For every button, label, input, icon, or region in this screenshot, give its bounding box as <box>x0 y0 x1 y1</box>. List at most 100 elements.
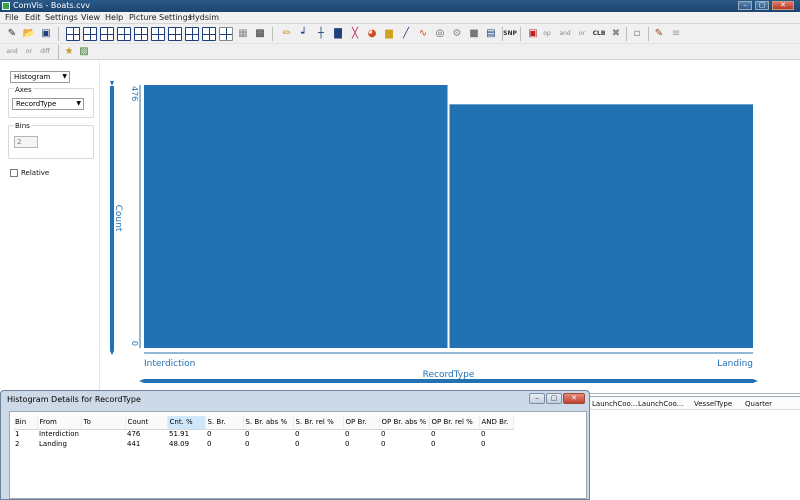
gray-box-icon[interactable]: ■ <box>467 27 481 41</box>
x-axis-arrow <box>139 379 144 383</box>
bins-input[interactable]: 2 <box>14 136 38 148</box>
brush-icon[interactable]: ✏ <box>280 27 294 41</box>
layout-tile-icon[interactable]: ▦ <box>236 27 250 41</box>
settings-icon[interactable]: ⚙ <box>450 27 464 41</box>
x-axis-line[interactable] <box>144 379 753 383</box>
y-axis-arrow <box>110 81 114 86</box>
parallel-coords-icon[interactable]: ╳ <box>348 27 362 41</box>
layout-4-icon[interactable] <box>117 27 131 41</box>
table-cell: 48.09 <box>169 439 190 448</box>
histogram-details-dialog: Histogram Details for RecordType – ▢ ✕ B… <box>0 390 590 500</box>
histogram-icon[interactable]: ▇ <box>331 27 345 41</box>
details-column-header[interactable]: OP Br. rel % <box>429 416 480 430</box>
relative-checkbox[interactable] <box>10 169 18 177</box>
table-cell: 51.91 <box>169 429 190 438</box>
layout-8-icon[interactable] <box>185 27 199 41</box>
menu-edit[interactable]: Edit <box>25 13 41 23</box>
details-column-header[interactable]: Cnt. % <box>167 416 206 430</box>
y-axis-label: Count <box>113 205 123 232</box>
paint-icon[interactable]: ✎ <box>652 27 666 41</box>
table-cell: 0 <box>245 429 250 438</box>
maximize-button[interactable]: ▢ <box>755 1 769 10</box>
axes-3d-icon[interactable]: ┼ <box>314 27 328 41</box>
op-button[interactable]: op <box>540 27 554 41</box>
details-column-header[interactable]: To <box>81 416 126 430</box>
details-column-header[interactable]: S. Br. abs % <box>243 416 294 430</box>
diff-combine-button[interactable]: diff <box>37 45 53 59</box>
layout-2-icon[interactable] <box>83 27 97 41</box>
arrange-icon[interactable]: ▫ <box>630 27 644 41</box>
histogram-chart[interactable]: 476 0 Count Interdiction Landing RecordType <box>100 61 800 393</box>
histogram-bar-landing[interactable] <box>449 104 754 349</box>
view-type-dropdown[interactable]: Histogram ▼ <box>10 71 70 83</box>
toolbar-separator <box>58 45 59 59</box>
brush-select-icon[interactable]: ▣ <box>526 27 540 41</box>
or-combine-button[interactable]: or <box>22 45 36 59</box>
details-column-header[interactable]: Count <box>125 416 168 430</box>
curve-chart-icon[interactable]: ∿ <box>416 27 430 41</box>
details-column-header[interactable]: OP Br. <box>343 416 380 430</box>
column-header[interactable]: Quarter <box>745 399 772 409</box>
dialog-title: Histogram Details for RecordType <box>7 395 141 404</box>
dialog-maximize-button[interactable]: ▢ <box>546 393 562 404</box>
toolbar-separator <box>648 27 649 41</box>
save-icon[interactable]: ▣ <box>39 27 53 41</box>
details-column-header[interactable]: OP Br. abs % <box>379 416 430 430</box>
close-button[interactable]: ✕ <box>772 1 794 10</box>
open-folder-icon[interactable]: 📂 <box>22 27 36 41</box>
layout-9-icon[interactable] <box>202 27 216 41</box>
table-row[interactable]: 1 Interdiction 476 51.91 0 0 0 0 0 0 0 <box>13 429 513 439</box>
details-column-header[interactable]: S. Br. rel % <box>293 416 344 430</box>
menu-hydsim[interactable]: Hydsim <box>189 13 219 23</box>
menu-help[interactable]: Help <box>105 13 123 23</box>
spiral-icon[interactable]: ◎ <box>433 27 447 41</box>
relative-label: Relative <box>20 169 51 178</box>
layout-6-icon[interactable] <box>151 27 165 41</box>
column-header[interactable]: LaunchCoo... <box>592 399 637 409</box>
layout-7-icon[interactable] <box>168 27 182 41</box>
menu-picture-settings[interactable]: Picture Settings <box>129 13 192 23</box>
table-row[interactable]: 2 Landing 441 48.09 0 0 0 0 0 0 0 <box>13 439 513 449</box>
menu-file[interactable]: File <box>5 13 18 23</box>
y-axis-arrow <box>110 351 114 355</box>
dialog-minimize-button[interactable]: – <box>529 393 545 404</box>
details-column-header[interactable]: Bin <box>13 416 38 430</box>
layout-1-icon[interactable] <box>66 27 80 41</box>
bar-chart-icon[interactable]: ▆ <box>382 27 396 41</box>
menu-view[interactable]: View <box>81 13 100 23</box>
export-icon[interactable]: ★ <box>62 45 76 59</box>
and-button[interactable]: and <box>557 27 573 41</box>
axes-dropdown[interactable]: RecordType ▼ <box>12 98 84 110</box>
x-tick-label: Landing <box>717 359 753 369</box>
pie-chart-icon[interactable]: ◕ <box>365 27 379 41</box>
column-header[interactable]: VesselType <box>694 399 732 409</box>
table-cell: 0 <box>345 429 350 438</box>
y-tick-label: 0 <box>130 341 139 346</box>
table-cell: 0 <box>295 439 300 448</box>
details-column-header[interactable]: From <box>37 416 82 430</box>
histogram-bar-interdiction[interactable] <box>144 85 448 348</box>
grip-icon[interactable]: ≡ <box>669 27 683 41</box>
table-cell: 2 <box>15 439 20 448</box>
layout-10-icon[interactable] <box>219 27 233 41</box>
column-header[interactable]: LaunchCoo... <box>638 399 683 409</box>
new-file-icon[interactable]: ✎ <box>5 27 19 41</box>
and-combine-button[interactable]: and <box>4 45 20 59</box>
layout-5-icon[interactable] <box>134 27 148 41</box>
copy-icon[interactable]: ▨ <box>77 45 91 59</box>
details-column-header[interactable]: AND Br. <box>479 416 514 430</box>
minimize-button[interactable]: – <box>738 1 752 10</box>
line-chart-icon[interactable]: ╱ <box>399 27 413 41</box>
toolbar-separator <box>520 27 521 41</box>
scatterplot-icon[interactable]: ┙ <box>297 27 311 41</box>
remove-brush-icon[interactable]: ✖ <box>609 27 623 41</box>
or-button[interactable]: or <box>575 27 589 41</box>
menu-settings[interactable]: Settings <box>45 13 78 23</box>
layout-auto-icon[interactable]: ▩ <box>253 27 267 41</box>
snp-button[interactable]: SNP <box>503 27 517 41</box>
details-column-header[interactable]: S. Br. <box>205 416 244 430</box>
clb-button[interactable]: CLB <box>590 27 608 41</box>
layout-3-icon[interactable] <box>100 27 114 41</box>
dialog-close-button[interactable]: ✕ <box>563 393 585 404</box>
stack-icon[interactable]: ▤ <box>484 27 498 41</box>
